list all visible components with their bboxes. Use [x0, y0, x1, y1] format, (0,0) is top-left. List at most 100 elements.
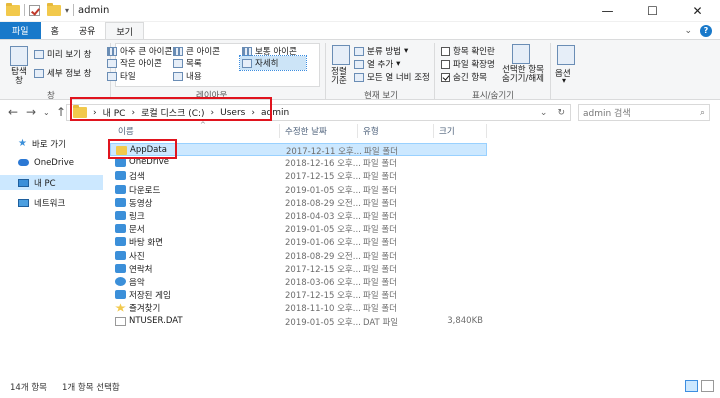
- column-divider[interactable]: [357, 124, 358, 138]
- group-by-label: 분류 방법: [367, 47, 401, 57]
- hide-selected-button[interactable]: 선택한 항목 숨기기/해제: [497, 66, 549, 84]
- options-icon: [557, 45, 575, 65]
- file-size: 3,840KB: [447, 315, 483, 326]
- layout-label: 자세히: [255, 59, 279, 69]
- details-view-button[interactable]: [685, 380, 698, 392]
- sidebar-item-label: OneDrive: [34, 157, 74, 168]
- file-type: 파일 폴더: [363, 159, 397, 170]
- table-row[interactable]: 검색 2017-12-15 오후... 파일 폴더: [110, 169, 487, 182]
- file-date: 2019-01-05 오후...: [285, 225, 361, 236]
- large-icons-view-button[interactable]: [701, 380, 714, 392]
- layout-extra-large-icons[interactable]: 아주 큰 아이콘: [107, 45, 172, 57]
- table-row[interactable]: 음악 2018-03-06 오후... 파일 폴더: [110, 275, 487, 288]
- preview-pane-icon: [34, 49, 44, 59]
- file-type: 파일 폴더: [363, 238, 397, 249]
- folder-icon: [115, 290, 126, 300]
- layout-large-icons[interactable]: 큰 아이콘: [173, 45, 220, 57]
- table-row[interactable]: 즐겨찾기 2018-11-10 오후... 파일 폴더: [110, 301, 487, 314]
- column-divider[interactable]: [486, 124, 487, 138]
- ribbon: 탐색 창 미리 보기 창 세부 정보 창 창 아주 큰 아이콘 큰 아이콘 보통…: [0, 39, 720, 101]
- layout-label: 아주 큰 아이콘: [120, 47, 173, 57]
- tab-share[interactable]: 공유: [69, 22, 106, 39]
- table-row[interactable]: 저장된 게임 2017-12-15 오후... 파일 폴더: [110, 288, 487, 301]
- close-button[interactable]: ✕: [675, 0, 720, 22]
- hidden-items-toggle[interactable]: 숨긴 항목: [441, 71, 487, 83]
- folder-icon: [115, 197, 126, 207]
- column-divider[interactable]: [279, 124, 280, 138]
- back-arrow-icon[interactable]: ←: [8, 105, 18, 119]
- checkbox[interactable]: [441, 59, 450, 69]
- table-row[interactable]: 다운로드 2019-01-05 오후... 파일 폴더: [110, 183, 487, 196]
- details-icon: [242, 58, 252, 68]
- address-dropdown-icon[interactable]: ⌄: [540, 108, 548, 118]
- tiles-icon: [107, 71, 117, 81]
- table-row[interactable]: 사진 2018-08-29 오전... 파일 폴더: [110, 249, 487, 262]
- file-name: 바탕 화면: [129, 238, 163, 249]
- column-divider[interactable]: [433, 124, 434, 138]
- table-row[interactable]: 연락처 2017-12-15 오후... 파일 폴더: [110, 262, 487, 275]
- sidebar-item-onedrive[interactable]: OneDrive: [0, 155, 103, 170]
- group-by-button[interactable]: 분류 방법 ▾: [354, 45, 408, 57]
- preview-pane-label: 미리 보기 창: [47, 50, 92, 60]
- layout-small-icons[interactable]: 작은 아이콘: [107, 57, 162, 69]
- star-icon: ★: [18, 138, 27, 149]
- table-row[interactable]: 동영상 2018-08-29 오전... 파일 폴더: [110, 196, 487, 209]
- file-type: 파일 폴더: [363, 291, 397, 302]
- layout-label: 작은 아이콘: [120, 59, 162, 69]
- table-row[interactable]: 바탕 화면 2019-01-06 오후... 파일 폴더: [110, 235, 487, 248]
- file-date: 2017-12-15 오후...: [285, 291, 361, 302]
- tab-file[interactable]: 파일: [0, 22, 41, 39]
- recent-locations-icon[interactable]: ⌄: [43, 108, 50, 117]
- dropdown-icon: ▾: [403, 46, 409, 56]
- table-row[interactable]: 링크 2018-04-03 오후... 파일 폴더: [110, 209, 487, 222]
- sidebar-item-network[interactable]: 네트워크: [0, 195, 103, 210]
- tab-home[interactable]: 홈: [41, 22, 69, 39]
- layout-details[interactable]: 자세히: [239, 55, 307, 71]
- group-by-icon: [354, 46, 364, 56]
- layout-content[interactable]: 내용: [173, 70, 202, 82]
- properties-icon[interactable]: [29, 4, 40, 16]
- sidebar-item-quick-access[interactable]: ★ 바로 가기: [0, 136, 103, 151]
- item-checkboxes-toggle[interactable]: 항목 확인란: [441, 45, 495, 57]
- file-name: 링크: [129, 212, 145, 222]
- checkbox[interactable]: [441, 46, 450, 56]
- fit-columns-button[interactable]: 모든 열 너비 조정: [354, 71, 430, 83]
- sidebar-item-this-pc[interactable]: 내 PC: [0, 175, 103, 190]
- sort-by-button[interactable]: 정렬 기준: [328, 68, 350, 86]
- column-header-type[interactable]: 유형: [363, 124, 379, 138]
- table-row[interactable]: 문서 2019-01-05 오후... 파일 폴더: [110, 222, 487, 235]
- preview-pane-button[interactable]: 미리 보기 창: [34, 48, 92, 60]
- file-name: 연락처: [129, 264, 153, 275]
- minimize-button[interactable]: —: [585, 0, 630, 22]
- up-arrow-icon[interactable]: ↑: [56, 105, 66, 119]
- dropdown-icon[interactable]: ▾: [562, 76, 566, 85]
- details-pane-button[interactable]: 세부 정보 창: [34, 67, 92, 79]
- nav-pane-button[interactable]: 탐색 창: [8, 68, 30, 86]
- ribbon-expand-icon[interactable]: ⌄: [684, 26, 692, 36]
- vertical-scrollbar[interactable]: [711, 124, 720, 376]
- favorites-folder-icon: [115, 303, 126, 312]
- hide-selected-icon: [512, 44, 530, 64]
- quick-access-dropdown-icon[interactable]: ▾: [65, 6, 69, 15]
- column-header-date[interactable]: 수정한 날짜: [285, 124, 327, 138]
- fit-columns-label: 모든 열 너비 조정: [367, 73, 430, 83]
- file-extensions-toggle[interactable]: 파일 확장명: [441, 58, 495, 70]
- column-header-size[interactable]: 크기: [439, 124, 455, 138]
- file-date: 2019-01-05 오후...: [285, 317, 361, 328]
- forward-arrow-icon[interactable]: →: [26, 105, 36, 119]
- table-row[interactable]: NTUSER.DAT 2019-01-05 오후... DAT 파일 3,840KB: [110, 315, 487, 328]
- selection-count: 1개 항목 선택함: [62, 383, 120, 393]
- checkbox-checked[interactable]: [441, 72, 450, 82]
- new-folder-icon[interactable]: [47, 2, 61, 16]
- search-input[interactable]: admin 검색 ⌕: [578, 104, 710, 121]
- address-highlight-box: [70, 97, 272, 121]
- column-header-name[interactable]: 이름: [118, 124, 134, 138]
- layout-tiles[interactable]: 타일: [107, 70, 136, 82]
- small-icons-icon: [107, 58, 117, 68]
- tab-view[interactable]: 보기: [105, 22, 144, 39]
- maximize-button[interactable]: ☐: [630, 0, 675, 22]
- layout-list[interactable]: 목록: [173, 57, 202, 69]
- add-column-button[interactable]: 열 추가 ▾: [354, 58, 400, 70]
- help-icon[interactable]: ?: [700, 24, 712, 37]
- refresh-icon[interactable]: ↻: [557, 108, 565, 118]
